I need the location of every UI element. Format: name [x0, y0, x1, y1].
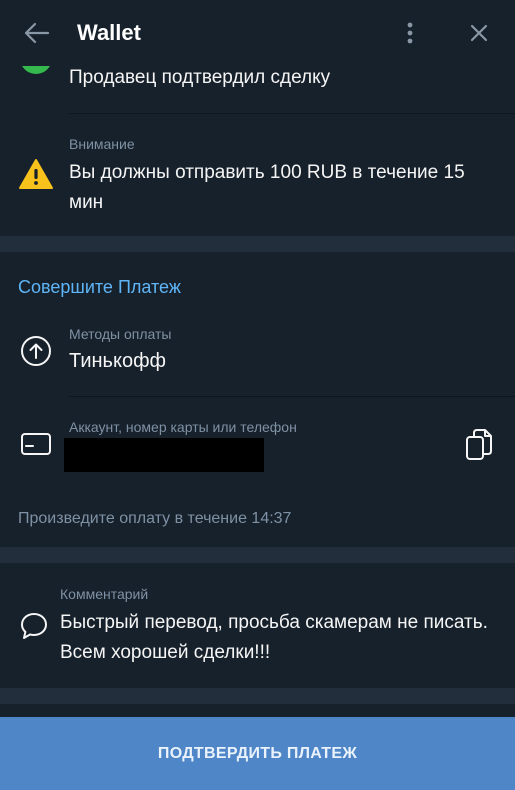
card-icon	[20, 430, 52, 458]
seller-confirmed-text: Продавец подтвердил сделку	[69, 67, 331, 88]
comment-label: Комментарий	[60, 586, 149, 602]
chat-bubble-icon	[19, 611, 49, 641]
close-icon[interactable]	[466, 20, 492, 46]
warning-triangle-icon	[18, 158, 54, 190]
section-separator	[0, 688, 515, 704]
account-label: Аккаунт, номер карты или телефон	[69, 419, 297, 435]
warning-text: Вы должны отправить 100 RUB в течение 15…	[69, 162, 465, 213]
arrow-up-circle-icon	[20, 335, 52, 367]
payment-methods-label: Методы оплаты	[69, 326, 172, 342]
confirm-payment-button[interactable]: ПОДТВЕРДИТЬ ПЛАТЕЖ	[0, 717, 515, 790]
divider	[69, 113, 515, 114]
payment-timer-text: Произведите оплату в течение 14:37	[18, 510, 292, 527]
comment-text: Быстрый перевод, просьба скамерам не пис…	[60, 612, 488, 663]
arrow-left-icon[interactable]	[22, 20, 50, 46]
payment-method-value: Тинькофф	[69, 350, 166, 372]
divider	[69, 396, 515, 397]
page-title: Wallet	[77, 20, 141, 45]
header-bar: Wallet	[0, 0, 515, 66]
more-vertical-icon[interactable]	[400, 20, 420, 46]
payment-section-title: Совершите Платеж	[18, 277, 181, 297]
warning-label: Внимание	[69, 136, 135, 152]
copy-icon[interactable]	[464, 427, 494, 463]
account-value-redacted	[64, 438, 264, 472]
section-separator	[0, 547, 515, 563]
wallet-app: Wallet Продавец подтвердил сделку Вниман…	[0, 0, 515, 790]
section-separator	[0, 236, 515, 252]
